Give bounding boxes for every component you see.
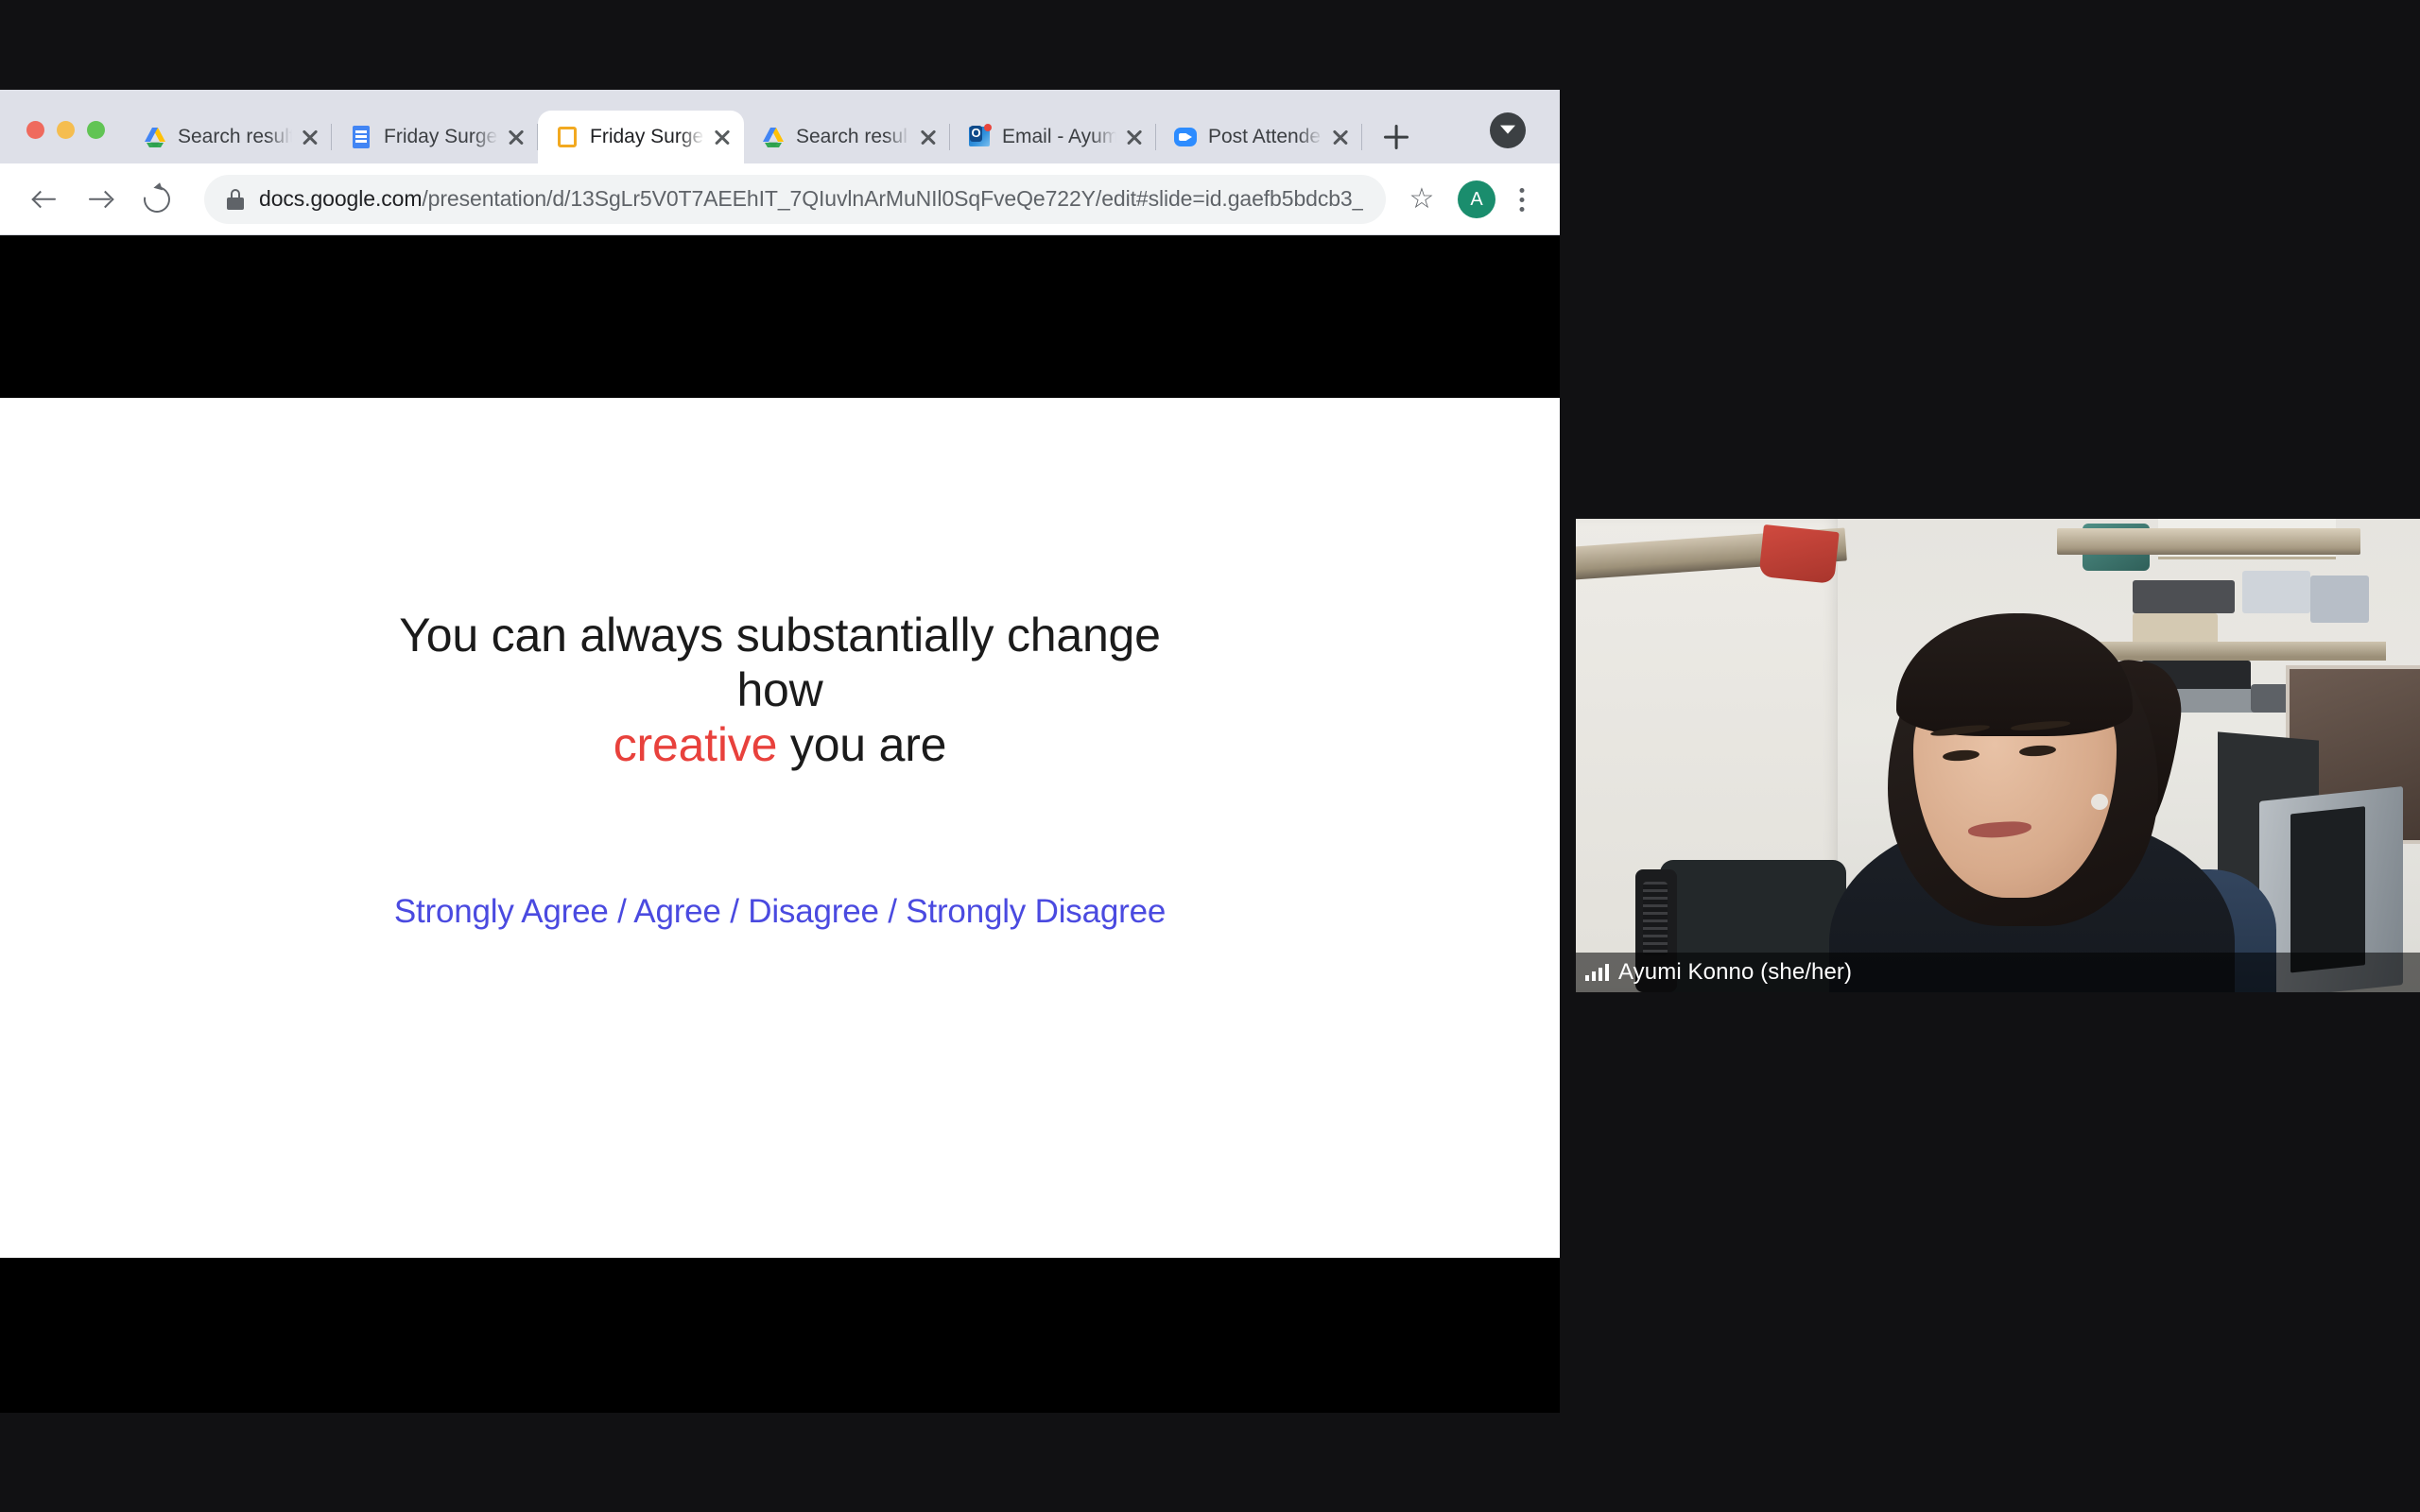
slide-content: You can always substantially change how c… bbox=[0, 608, 1560, 931]
reload-button[interactable] bbox=[132, 177, 178, 222]
browser-tab-5[interactable]: Email - Ayum bbox=[950, 111, 1156, 163]
google-docs-icon bbox=[349, 125, 373, 149]
avatar[interactable]: A bbox=[1458, 180, 1495, 218]
google-slides-icon bbox=[555, 125, 579, 149]
new-tab-button[interactable] bbox=[1370, 111, 1423, 163]
close-tab-button[interactable] bbox=[1328, 125, 1353, 149]
tab-title: Friday Surge bbox=[384, 126, 498, 147]
close-tab-button[interactable] bbox=[504, 125, 528, 149]
browser-tab-3-active[interactable]: Friday Surge bbox=[538, 111, 744, 163]
back-button[interactable] bbox=[23, 177, 68, 222]
tabs-row: Search result Friday Surge Friday Surge … bbox=[126, 90, 1560, 163]
video-participant-tile[interactable]: Ayumi Konno (she/her) bbox=[1576, 519, 2420, 992]
close-tab-button[interactable] bbox=[1122, 125, 1147, 149]
signal-bars-icon bbox=[1585, 964, 1609, 981]
address-bar[interactable]: docs.google.com/presentation/d/13SgLr5V0… bbox=[204, 174, 1386, 224]
reload-icon bbox=[138, 180, 176, 217]
slide-canvas: You can always substantially change how c… bbox=[0, 398, 1560, 1258]
close-window-button[interactable] bbox=[26, 121, 44, 139]
presentation-viewport[interactable]: You can always substantially change how c… bbox=[0, 235, 1560, 1413]
tab-title: Email - Ayum bbox=[1002, 126, 1116, 147]
forward-button[interactable] bbox=[78, 177, 123, 222]
maximize-window-button[interactable] bbox=[87, 121, 105, 139]
browser-tab-4[interactable]: Search resul bbox=[744, 111, 950, 163]
zoom-icon bbox=[1173, 125, 1198, 149]
chevron-down-icon[interactable] bbox=[1490, 112, 1526, 148]
browser-tab-1[interactable]: Search result bbox=[126, 111, 332, 163]
tab-strip: Search result Friday Surge Friday Surge … bbox=[0, 90, 1560, 163]
tab-title: Post Attende bbox=[1208, 126, 1322, 147]
tab-title: Search result bbox=[178, 126, 292, 147]
slide-answer-options: Strongly Agree / Agree / Disagree / Stro… bbox=[393, 893, 1167, 930]
slide-heading-text: You can always substantially change how bbox=[399, 609, 1161, 716]
close-tab-button[interactable] bbox=[916, 125, 941, 149]
url-text: docs.google.com/presentation/d/13SgLr5V0… bbox=[259, 186, 1363, 212]
lock-icon bbox=[227, 188, 244, 210]
tab-title: Search resul bbox=[796, 126, 908, 147]
kebab-menu-icon[interactable] bbox=[1505, 177, 1539, 222]
close-tab-button[interactable] bbox=[710, 125, 735, 149]
participant-name: Ayumi Konno (she/her) bbox=[1618, 959, 1853, 985]
slide-heading-tail: you are bbox=[777, 718, 947, 771]
tab-separator bbox=[1361, 124, 1362, 150]
bookmark-star-icon[interactable]: ☆ bbox=[1399, 177, 1444, 222]
browser-tab-6[interactable]: Post Attende bbox=[1156, 111, 1362, 163]
slide-heading: You can always substantially change how c… bbox=[354, 608, 1205, 772]
omnibox-toolbar: docs.google.com/presentation/d/13SgLr5V0… bbox=[0, 163, 1560, 235]
google-drive-icon bbox=[761, 125, 786, 149]
url-path: /presentation/d/13SgLr5V0T7AEEhIT_7QIuvl… bbox=[422, 186, 1363, 211]
desktop-backdrop: Search result Friday Surge Friday Surge … bbox=[0, 0, 2420, 1512]
browser-window: Search result Friday Surge Friday Surge … bbox=[0, 90, 1560, 1413]
video-feed bbox=[1576, 519, 2420, 992]
window-traffic-lights[interactable] bbox=[19, 121, 126, 163]
close-tab-button[interactable] bbox=[298, 125, 322, 149]
outlook-icon bbox=[967, 124, 992, 149]
participant-name-overlay: Ayumi Konno (she/her) bbox=[1576, 953, 2420, 992]
url-domain: docs.google.com bbox=[259, 186, 423, 211]
google-drive-icon bbox=[143, 125, 167, 149]
browser-tab-2[interactable]: Friday Surge bbox=[332, 111, 538, 163]
slide-heading-highlight: creative bbox=[613, 718, 778, 771]
minimize-window-button[interactable] bbox=[57, 121, 75, 139]
tab-title: Friday Surge bbox=[590, 126, 704, 147]
